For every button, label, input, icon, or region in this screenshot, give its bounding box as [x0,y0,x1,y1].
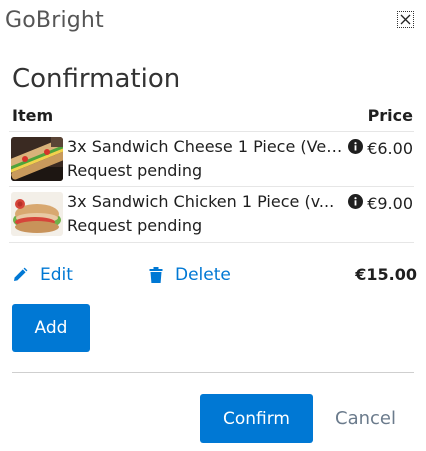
delete-button[interactable]: Delete [149,265,231,285]
order-items-list: 3x Sandwich Cheese 1 Piece (Vegetarian) … [9,131,414,243]
order-item-row: 3x Sandwich Chicken 1 Piece (v... Reques… [9,186,414,243]
column-header-price: Price [367,106,413,125]
item-price: €9.00 [367,194,413,213]
app-title: GoBright [5,8,104,33]
trash-icon [149,267,163,283]
order-item-row: 3x Sandwich Cheese 1 Piece (Vegetarian) … [9,131,414,186]
sandwich-chicken-photo [11,192,63,236]
item-status: Request pending [67,161,203,180]
item-name: 3x Sandwich Cheese 1 Piece (Vegetarian) [67,137,345,156]
delete-label: Delete [175,265,231,285]
sandwich-cheese-photo [11,137,63,181]
item-name: 3x Sandwich Chicken 1 Piece (v... [67,192,335,211]
order-actions: Edit Delete €15.00 [12,265,417,289]
confirm-button[interactable]: Confirm [200,394,313,443]
edit-button[interactable]: Edit [12,265,73,285]
column-header-item: Item [12,106,54,125]
edit-label: Edit [40,265,73,285]
order-total: €15.00 [355,265,417,284]
confirmation-dialog: GoBright Confirmation Item Price 3x Sand… [0,0,426,451]
divider [12,372,414,373]
item-price: €6.00 [367,139,413,158]
item-status: Request pending [67,216,203,235]
add-button[interactable]: Add [12,304,90,352]
pencil-icon [14,267,28,281]
dialog-heading: Confirmation [12,64,181,94]
info-icon[interactable] [348,194,363,209]
info-icon[interactable] [348,139,363,154]
close-button[interactable] [397,11,414,28]
close-icon [400,14,411,25]
cancel-button[interactable]: Cancel [335,408,396,429]
